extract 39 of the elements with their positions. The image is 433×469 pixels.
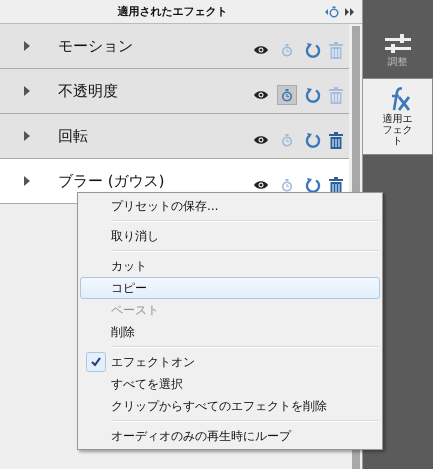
menu-item[interactable]: クリップからすべてのエフェクトを削除 (80, 395, 380, 417)
effect-row[interactable]: モーション (0, 24, 349, 69)
effect-row[interactable]: 回転 (0, 114, 349, 159)
effect-name: 不透明度 (58, 82, 119, 100)
effect-row[interactable]: 不透明度 (0, 69, 349, 114)
reset-icon[interactable] (305, 87, 321, 103)
check-icon (86, 352, 106, 372)
reset-icon[interactable] (305, 177, 321, 193)
stopwatch-icon (282, 134, 292, 146)
expand-arrow-icon[interactable] (24, 41, 30, 51)
expand-arrow-icon[interactable] (24, 131, 30, 141)
effect-name: ブラー (ガウス) (58, 172, 166, 190)
expand-arrow-icon[interactable] (24, 176, 30, 186)
stopwatch-icon (282, 178, 292, 192)
animate-toggle[interactable] (277, 85, 297, 105)
eye-icon[interactable] (253, 90, 269, 100)
menu-item[interactable]: オーディオのみの再生時にループ (80, 425, 380, 447)
reset-icon[interactable] (305, 132, 321, 148)
stopwatch-icon (282, 88, 292, 102)
reset-icon[interactable] (305, 42, 321, 58)
effect-name: 回転 (58, 126, 89, 146)
panel-title: 適用されたエフェクト (116, 4, 228, 19)
sidebar-tab[interactable]: 適用エフェクト (363, 78, 433, 155)
menu-item[interactable]: コピー (80, 277, 380, 299)
stopwatch-icon (282, 44, 292, 56)
sliders-icon (384, 34, 410, 54)
menu-item[interactable]: 削除 (80, 321, 380, 343)
stopwatch-icon[interactable] (325, 6, 339, 18)
trash-icon[interactable] (329, 132, 343, 148)
menu-item[interactable]: カット (80, 255, 380, 277)
menu-item[interactable]: すべてを選択 (80, 373, 380, 395)
expand-arrow-icon[interactable] (24, 86, 30, 96)
expand-icon[interactable] (345, 8, 354, 16)
eye-icon[interactable] (253, 180, 269, 190)
menu-item[interactable]: エフェクトオン (80, 351, 380, 373)
eye-icon[interactable] (253, 45, 269, 55)
menu-item[interactable]: 取り消し (80, 225, 380, 247)
eye-icon[interactable] (253, 135, 269, 145)
effect-name: モーション (58, 36, 134, 56)
